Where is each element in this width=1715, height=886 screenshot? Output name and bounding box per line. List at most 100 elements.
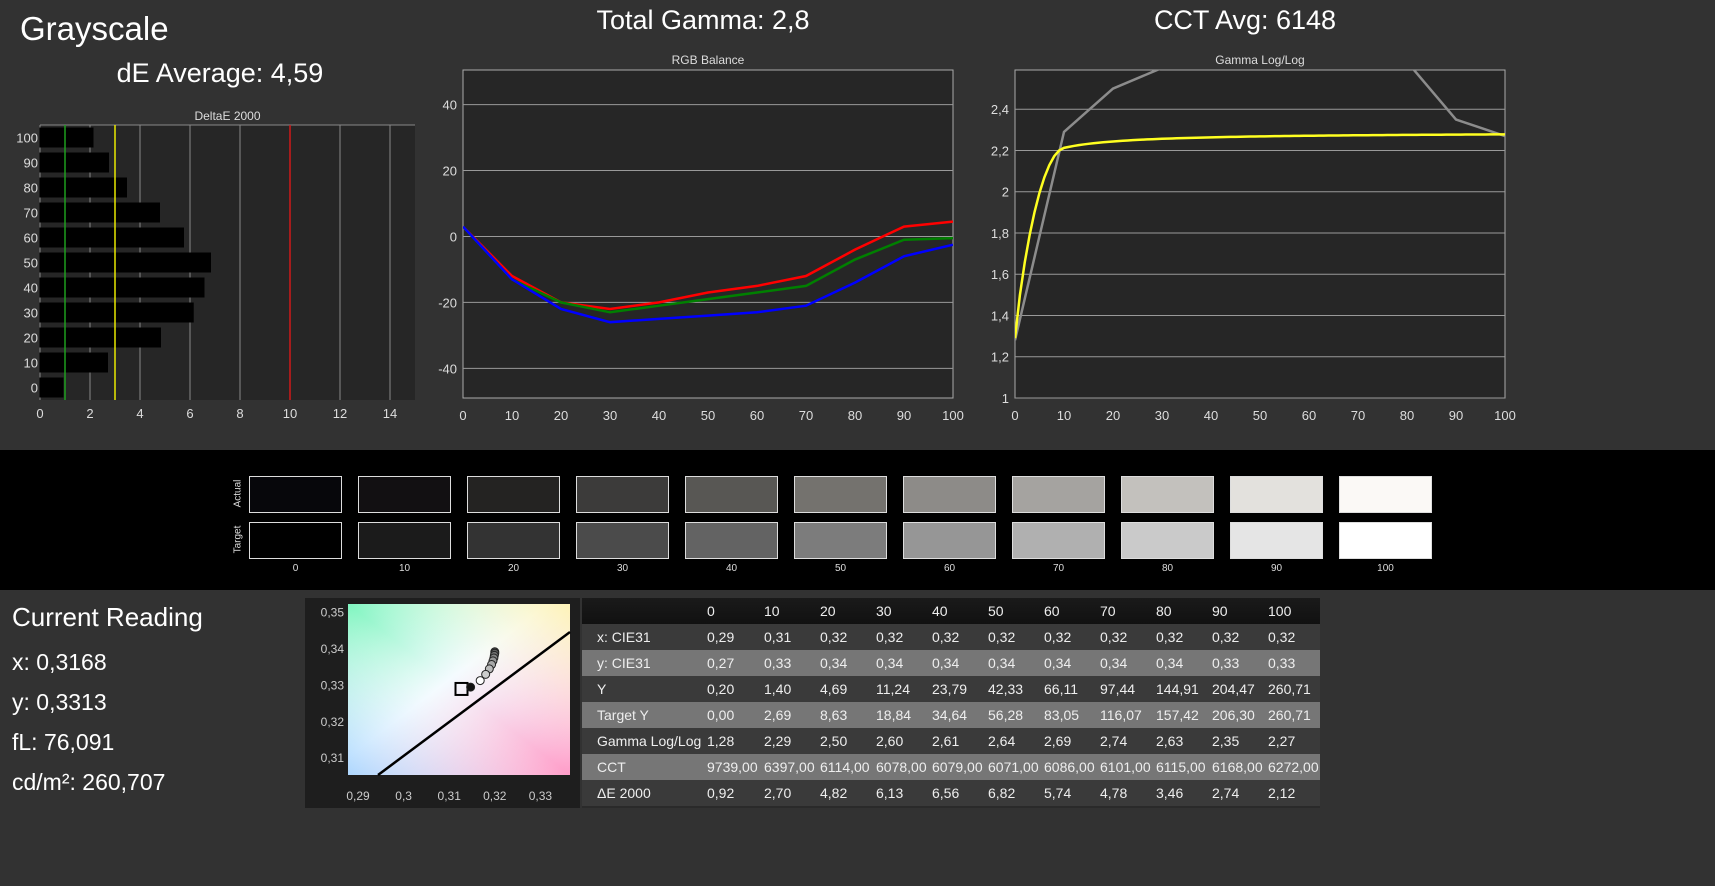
target-swatch-60 bbox=[903, 522, 996, 559]
y-tick-label: 1,6 bbox=[991, 267, 1009, 282]
x-tick-label: 100 bbox=[942, 408, 964, 423]
target-swatch-80 bbox=[1121, 522, 1214, 559]
chromaticity-overlay bbox=[348, 604, 570, 775]
table-cell: 9739,00 bbox=[707, 759, 758, 775]
swatch-label: 10 bbox=[398, 563, 411, 574]
measurement-point bbox=[475, 676, 485, 686]
x-tick-label: 70 bbox=[799, 408, 813, 423]
table-cell: 116,07 bbox=[1100, 707, 1142, 723]
table-cell: 6078,00 bbox=[876, 759, 927, 775]
table-cell: 56,28 bbox=[988, 707, 1024, 723]
bar-20 bbox=[39, 327, 161, 348]
table-cell: 260,71 bbox=[1268, 681, 1311, 697]
table-cell: 6397,00 bbox=[764, 759, 815, 775]
x-tick-label: 4 bbox=[136, 406, 143, 421]
table-cell: 144,91 bbox=[1156, 681, 1199, 697]
bar-90 bbox=[39, 152, 109, 173]
x-tick-label: 50 bbox=[1253, 408, 1267, 423]
bar-0 bbox=[39, 377, 64, 398]
row-label: CCT bbox=[597, 759, 626, 775]
table-cell: 6101,00 bbox=[1100, 759, 1151, 775]
actual-swatch-0 bbox=[249, 476, 342, 513]
actual-swatch-20 bbox=[467, 476, 560, 513]
table-cell: 1,28 bbox=[707, 733, 735, 749]
x-tick-label: 0,3 bbox=[395, 789, 412, 803]
target-swatch-30 bbox=[576, 522, 669, 559]
swatch-label: 80 bbox=[1161, 563, 1174, 574]
x-tick-label: 0 bbox=[1011, 408, 1018, 423]
deltae-chart: DeltaE 2000 0 2 4 6 8 10 12 14 0 10 20 30 40 50 60 70 80 9… bbox=[16, 109, 415, 421]
y-tick-label: 0 bbox=[450, 229, 457, 244]
gamma-chart: Gamma Log/Log 0 10 20 30 40 50 60 70 80 90 100 2,4 2,… bbox=[991, 53, 1516, 423]
y-tick-label: 2,2 bbox=[991, 143, 1009, 158]
table-cell: 11,24 bbox=[876, 681, 910, 697]
swatch-label: 30 bbox=[616, 563, 629, 574]
column-header: 70 bbox=[1100, 603, 1116, 619]
x-tick-label: 12 bbox=[333, 406, 347, 421]
swatch-label: 0 bbox=[292, 563, 299, 574]
y-tick-label: 50 bbox=[24, 256, 38, 271]
table-cell: 34,64 bbox=[932, 707, 968, 723]
actual-swatch-40 bbox=[685, 476, 778, 513]
table-cell: 0,34 bbox=[1044, 655, 1072, 671]
x-tick-label: 90 bbox=[1449, 408, 1463, 423]
table-cell: 0,34 bbox=[932, 655, 960, 671]
table-cell: 23,79 bbox=[932, 681, 968, 697]
bar-70 bbox=[39, 202, 160, 223]
table-cell: 0,33 bbox=[764, 655, 792, 671]
y-tick-label: 100 bbox=[16, 131, 38, 146]
table-cell: 206,30 bbox=[1212, 707, 1255, 723]
target-swatch-90 bbox=[1230, 522, 1323, 559]
table-cell: 6115,00 bbox=[1156, 759, 1206, 775]
x-tick-label: 20 bbox=[1106, 408, 1120, 423]
table-cell: 2,74 bbox=[1212, 785, 1240, 801]
table-cell: 2,60 bbox=[876, 733, 904, 749]
y-tick-label: 0,32 bbox=[321, 715, 345, 729]
swatch-label: 50 bbox=[834, 563, 847, 574]
table-cell: 0,32 bbox=[932, 629, 960, 645]
row-label: Target Y bbox=[597, 707, 649, 723]
y-tick-label: 1,2 bbox=[991, 350, 1009, 365]
y-tick-label: 90 bbox=[24, 156, 38, 171]
y-tick-label: 10 bbox=[24, 356, 38, 371]
chart-title: DeltaE 2000 bbox=[194, 109, 260, 123]
table-cell: 0,29 bbox=[707, 629, 735, 645]
target-swatch-100 bbox=[1339, 522, 1432, 559]
table-cell: 2,70 bbox=[764, 785, 792, 801]
actual-swatch-100 bbox=[1339, 476, 1432, 513]
table-cell: 2,63 bbox=[1156, 733, 1184, 749]
table-row: CCT 9739,00 6397,00 6114,00 6078,00 6079,00 60… bbox=[582, 754, 1320, 780]
x-tick-label: 40 bbox=[1204, 408, 1218, 423]
table-cell: 6071,00 bbox=[988, 759, 1039, 775]
y-tick-label: 0,33 bbox=[321, 678, 345, 692]
chart-title: Gamma Log/Log bbox=[1215, 53, 1304, 67]
table-cell: 0,33 bbox=[1212, 655, 1240, 671]
x-tick-label: 10 bbox=[283, 406, 297, 421]
table-row: y: CIE31 0,27 0,33 0,34 0,34 0,34 0,34 0,34 0,34… bbox=[582, 650, 1320, 676]
y-tick-label: 30 bbox=[24, 306, 38, 321]
bar-30 bbox=[39, 302, 194, 323]
readings-table: 0 10 20 30 40 50 60 70 80 90 100 x: CIE31 0,29 0,31 0,… bbox=[582, 598, 1320, 808]
column-header: 0 bbox=[707, 603, 715, 619]
column-header: 30 bbox=[876, 603, 892, 619]
swatch-label: 40 bbox=[725, 563, 738, 574]
table-cell: 42,33 bbox=[988, 681, 1024, 697]
x-tick-label: 0,33 bbox=[529, 789, 553, 803]
x-tick-label: 6 bbox=[186, 406, 193, 421]
table-cell: 260,71 bbox=[1268, 707, 1311, 723]
x-tick-label: 0 bbox=[36, 406, 43, 421]
cct-average: CCT Avg: 6148 bbox=[1153, 5, 1337, 35]
x-tick-label: 90 bbox=[897, 408, 911, 423]
y-tick-label: 20 bbox=[443, 164, 457, 179]
de-average: dE Average: 4,59 bbox=[116, 58, 324, 88]
reading-y: y: 0,3313 bbox=[12, 689, 107, 715]
table-row: x: CIE31 0,29 0,31 0,32 0,32 0,32 0,32 0,32 0,32… bbox=[582, 624, 1320, 650]
table-cell: 0,32 bbox=[1156, 629, 1184, 645]
page-title: Grayscale bbox=[20, 10, 169, 47]
table-cell: 0,00 bbox=[707, 707, 735, 723]
table-cell: 0,32 bbox=[876, 629, 904, 645]
table-row: Gamma Log/Log 1,28 2,29 2,50 2,60 2,61 2,64 2,6… bbox=[582, 728, 1320, 754]
table-cell: 0,32 bbox=[988, 629, 1016, 645]
table-cell: 0,20 bbox=[707, 681, 735, 697]
column-header: 90 bbox=[1212, 603, 1228, 619]
